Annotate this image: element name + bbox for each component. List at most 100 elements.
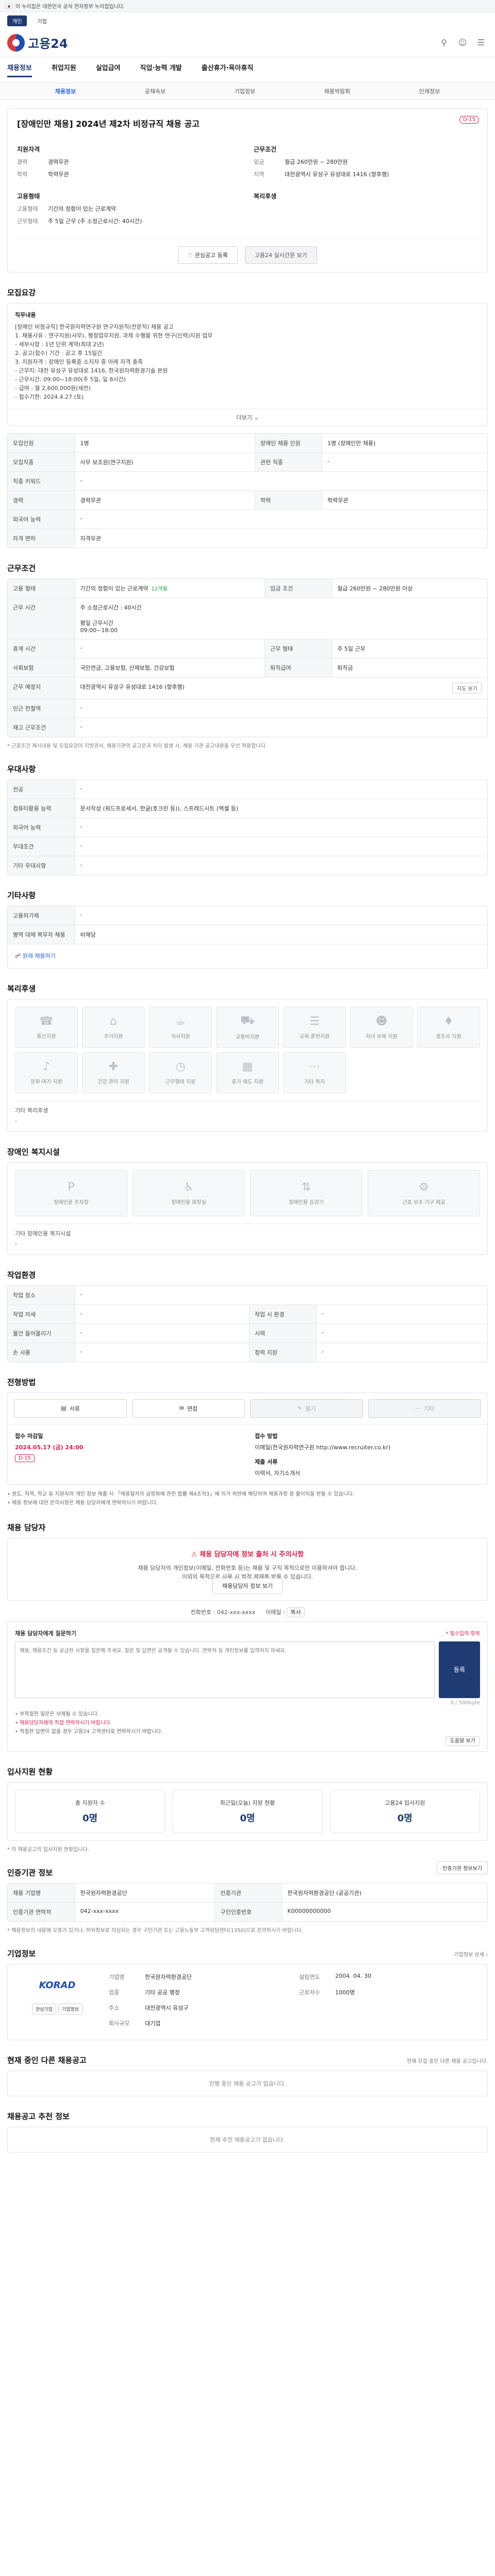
child-icon: ☻ <box>375 1014 388 1028</box>
stat-label: 최근일(오늘) 지원 현황 <box>220 1799 275 1806</box>
welfare-label: 주거지원 <box>104 1033 123 1040</box>
more-button[interactable]: 더보기 ⌄ <box>8 409 487 426</box>
company-label: 설립연도 <box>299 1973 320 1980</box>
welfare-label: 통신지원 <box>37 1033 56 1040</box>
duty-line: - 세부사항 : 1년 단위 계약(최대 2년) <box>15 341 104 348</box>
td: 1명 <box>75 434 255 453</box>
lnb-talent[interactable]: 인재정보 <box>419 87 440 95</box>
welfare-label: 기타 복지 <box>304 1079 325 1085</box>
help-button[interactable]: 도움말 보기 <box>445 1736 480 1746</box>
td: 비해당 <box>80 931 96 939</box>
method-label: 접수 방법 <box>255 1432 278 1439</box>
chevron-down-icon: ⌄ <box>254 414 259 421</box>
pencil-icon: ✎ <box>297 1405 302 1412</box>
th: 고용 형태 <box>8 579 75 599</box>
th: 근무 형태 <box>265 639 333 659</box>
gov-banner-text: 이 누리집은 대한민국 공식 전자정부 누리집입니다. <box>15 4 125 10</box>
work-note: * 근로조건 제시내용 및 모집요강이 지방관서, 채용기관의 공고문과 차이 … <box>7 743 267 750</box>
td: - <box>75 1304 250 1324</box>
search-icon[interactable]: ⚲ <box>437 36 451 49</box>
hours-label: 근무형태 <box>17 218 38 225</box>
welfare-item: ♦ 경조사 지원 <box>417 1006 480 1048</box>
inquiry-box: 채용 담당자에게 질문하기 * 필수입력 항목 등록 0 / 500byte •… <box>7 1621 488 1752</box>
td: - <box>75 818 487 838</box>
th: 작업 자세 <box>8 1304 75 1324</box>
stats-box: 총 지원자 수 0명 최근일(오늘) 지원 현황 0명 고용24 입사지원 0명 <box>7 1782 488 1841</box>
jobinfo-note: * 채용정보의 내용에 오류가 있거나, 허위정보로 의심되는 경우 구인기관 … <box>7 1927 303 1934</box>
method-written: ✎ 필기 <box>250 1399 363 1418</box>
gnb-employment-support[interactable]: 취업지원 <box>52 62 76 77</box>
lnb-company[interactable]: 기업정보 <box>235 87 255 95</box>
stat-label: 총 지원자 수 <box>75 1799 105 1806</box>
env-table: 작업 장소 - 작업 자세 - 작업 시 환경 - 물건 들어올리기 - 시력 - 손 사용 -… <box>7 1285 488 1362</box>
share-button[interactable]: 고용24 실시간문 보기 <box>244 246 317 264</box>
gnb-training[interactable]: 직업·능력 개발 <box>140 62 182 77</box>
th: 사회보험 <box>8 658 75 678</box>
gnb-unemployment[interactable]: 실업급여 <box>96 62 121 77</box>
welfare-other-value: - <box>15 1117 17 1124</box>
method-label: 면접 <box>187 1405 198 1412</box>
th: 경력 <box>8 490 75 511</box>
stat-label: 고용24 입사지원 <box>385 1799 425 1806</box>
submit-button[interactable]: 등록 <box>439 1641 480 1698</box>
map-button[interactable]: 지도 보기 <box>452 683 482 694</box>
recommend-empty: 현재 추천 채용공고가 없습니다. <box>7 2126 488 2153</box>
inquiry-input[interactable] <box>15 1641 435 1698</box>
etc-icon: ⋯ <box>309 1060 320 1073</box>
similar-side: 현재 모집 중인 다른 채용 공고입니다. <box>406 2058 488 2064</box>
copy-button[interactable]: 복사 <box>287 1607 305 1617</box>
method-value: 이메일(한국원자력연구원 http://www.recruiter.co.kr) <box>255 1444 391 1451</box>
jobinfo-button[interactable]: 인증기관 정보보기 <box>437 1861 488 1874</box>
health-icon: ✚ <box>108 1060 119 1073</box>
tab-company[interactable]: 기업 <box>32 15 52 26</box>
meal-icon: ☕ <box>175 1014 186 1028</box>
logo-mark-icon <box>7 33 25 52</box>
interest-button[interactable]: ♡ 관심공고 등록 <box>178 246 238 264</box>
apply-title: 전형방법 <box>7 1377 36 1387</box>
company-info-button[interactable]: 기업정보 <box>58 2003 83 2014</box>
email-label: 이메일 <box>266 1608 282 1616</box>
career-label: 경력 <box>17 159 28 165</box>
menu-icon[interactable]: ☰ <box>474 36 488 49</box>
lnb-public[interactable]: 공채속보 <box>145 87 166 95</box>
company-more-link[interactable]: 기업정보 상세 › <box>454 1950 488 1958</box>
company-logo: KORAD <box>39 1980 76 1991</box>
stat-value: 0명 <box>397 1812 412 1824</box>
contact-title: 채용 담당자 <box>7 1522 46 1532</box>
show-contact-button[interactable]: 채용담당자 정보 보기 <box>212 1578 283 1594</box>
stat-value: 0명 <box>82 1812 98 1824</box>
td: 문서작성 (워드프로세서, 한글(호크린 등)), 스프레드시트 (엑셀 등) <box>75 799 487 819</box>
lnb-fair[interactable]: 채용박람회 <box>324 87 351 95</box>
interest-company-button[interactable]: 관심기업 <box>31 2003 56 2014</box>
td: 국민연금, 고용보험, 산재보험, 건강보험 <box>75 658 266 678</box>
user-icon[interactable]: ☺ <box>456 36 469 49</box>
method-label: 기타 <box>423 1405 435 1412</box>
gnb-jobs[interactable]: 채용정보 <box>7 62 32 77</box>
th: 고용허가제 <box>8 906 75 926</box>
site-logo[interactable]: 고용24 <box>7 33 68 52</box>
inquiry-title: 채용 담당자에게 질문하기 <box>15 1630 76 1637</box>
env-title: 작업환경 <box>7 1270 36 1280</box>
elevator-icon: ⇅ <box>301 1180 311 1194</box>
td: 1명 (장애인만 채용) <box>322 434 487 453</box>
duty-line: 2. 공고(접수) 기간 : 공고 후 15일간 <box>15 350 103 357</box>
th: 컴퓨터활용 능력 <box>8 799 75 819</box>
td: - <box>75 837 487 857</box>
method-document: ▤ 서류 <box>14 1399 127 1418</box>
gnb-leave[interactable]: 출산휴가·육아휴직 <box>202 62 254 77</box>
disab-box: P 장애인용 주차장 ♿ 장애인용 화장실 ⇅ 장애인용 승강기 ⚙ 근로 보조 기구 … <box>7 1162 488 1255</box>
welfare-heading: 복리후생 <box>254 193 277 200</box>
other-link[interactable]: 원래 채용하기 <box>23 953 56 959</box>
tab-individual[interactable]: 개인 <box>7 15 27 26</box>
company-label: 주소 <box>109 2004 120 2011</box>
type-value: 기간의 정함이 있는 근로계약 <box>80 585 148 592</box>
th: 우대조건 <box>8 837 75 857</box>
welfare-item: ☻ 자녀 보육 지원 <box>350 1006 413 1048</box>
warn-text: 채용 담당자에 정보 출처 시 주의사항 <box>200 1550 304 1558</box>
company-label: 기업명 <box>109 1973 125 1980</box>
td: 한국원자력환경공단 <box>75 1883 216 1903</box>
welfare-item: ☰ 교육·훈련지원 <box>283 1006 346 1048</box>
lnb-jobs[interactable]: 채용정보 <box>55 87 76 95</box>
site-header: 고용24 ⚲ ☺ ☰ <box>0 26 495 57</box>
tool-icon: ⚙ <box>419 1180 429 1194</box>
